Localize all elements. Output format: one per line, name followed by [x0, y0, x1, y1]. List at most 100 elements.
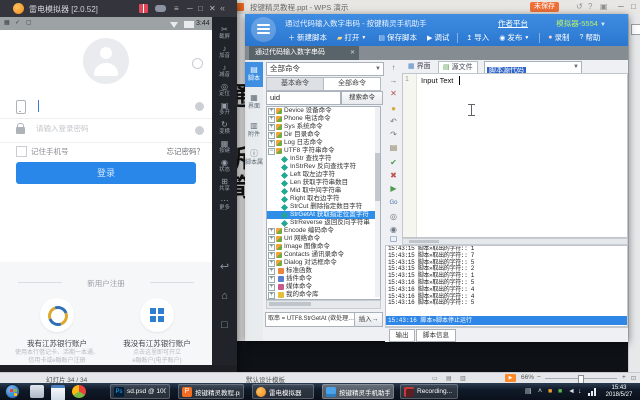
- tab-script-info[interactable]: 脚本信息: [416, 329, 456, 342]
- insert-command-button[interactable]: 插入→: [354, 312, 383, 327]
- log-line-selected[interactable]: 15:43:16 脚本»脚本停止运行: [386, 316, 628, 325]
- ide-titlebar[interactable]: 通过代码输入数字串码 - 按键精灵手机助手 作者平台 模拟器-5554 ▼ ＋新…: [245, 14, 628, 46]
- tree-group[interactable]: +Contacts 通讯录命令: [267, 251, 380, 259]
- taskbar-photoshop[interactable]: Ps sd.psd @ 100%...: [110, 384, 170, 399]
- tree-group[interactable]: +Dialog 对话框命令: [267, 259, 380, 267]
- tree-group[interactable]: +Phone 电话命令: [267, 115, 380, 123]
- password-input[interactable]: 请输入登录密码: [0, 118, 212, 143]
- sidebar-keymap[interactable]: ▦按键: [212, 139, 237, 155]
- sidebar-screenshot[interactable]: ✂截屏: [212, 25, 237, 41]
- syntax-check-icon[interactable]: ✔: [385, 156, 402, 169]
- expand-icon[interactable]: +: [268, 268, 275, 275]
- undo-icon[interactable]: ↶: [385, 115, 402, 128]
- menu-icon[interactable]: ≡: [174, 3, 179, 14]
- record-button[interactable]: ●录制: [543, 31, 574, 45]
- stop-icon[interactable]: ✖: [385, 169, 402, 182]
- tree-group-plugins[interactable]: +插件命令: [267, 275, 380, 283]
- device-selector[interactable]: 模拟器-5554 ▼: [556, 18, 606, 29]
- tree-group[interactable]: +Device 设备命令: [267, 107, 380, 115]
- new-script-button[interactable]: ＋新建脚本: [283, 31, 332, 45]
- tree-command[interactable]: Right 取右边字符: [267, 195, 380, 203]
- login-button[interactable]: 登录: [16, 162, 196, 184]
- account-dropdown-icon[interactable]: [192, 58, 203, 69]
- command-category-dropdown[interactable]: 全部命令▼: [266, 62, 384, 76]
- expand-icon[interactable]: +: [268, 132, 275, 139]
- tree-group[interactable]: +Log 日志命令: [267, 139, 380, 147]
- emulator-titlebar[interactable]: 雷电模拟器 [2.0.52] ≡ ─ □ ✕: [0, 0, 237, 17]
- tree-group-expanded[interactable]: −UTF8 字符串命令: [267, 147, 380, 155]
- gift-icon[interactable]: [139, 4, 148, 13]
- tree-command[interactable]: InStr 查找字符: [267, 155, 380, 163]
- tree-command[interactable]: Len 获取字符串数目: [267, 179, 380, 187]
- command-search-input[interactable]: uid: [266, 91, 341, 105]
- wps-pane-icon[interactable]: [631, 24, 640, 35]
- import-button[interactable]: ↥导入: [461, 31, 494, 45]
- editor-hscrollbar[interactable]: [402, 238, 628, 245]
- expand-icon[interactable]: +: [268, 292, 275, 299]
- expand-icon[interactable]: +: [268, 260, 275, 267]
- gamepad-icon[interactable]: [155, 5, 166, 12]
- wps-ribbon-icon[interactable]: ▣: [600, 2, 608, 12]
- reading-view-icon[interactable]: ▥: [460, 375, 466, 382]
- author-platform-link[interactable]: 作者平台: [498, 18, 528, 29]
- close-tab-icon[interactable]: ✕: [350, 46, 355, 60]
- printer-tray-icon[interactable]: ▤: [525, 388, 532, 396]
- nav-item-properties[interactable]: ⓘ脚本属性: [245, 146, 263, 171]
- clear-input-icon[interactable]: [195, 102, 204, 111]
- taskbar-assistant[interactable]: 按键精灵手机助手: [322, 384, 394, 399]
- wps-help-icon[interactable]: ?: [588, 2, 592, 12]
- tab-ui-designer[interactable]: ▦界面: [404, 61, 435, 73]
- move-right-icon[interactable]: →: [385, 74, 402, 87]
- start-button[interactable]: [5, 384, 20, 399]
- tree-command[interactable]: StrCut 删除指定数目字符: [267, 203, 380, 211]
- slide-sorter-icon[interactable]: ▤: [446, 375, 452, 382]
- sidebar-status[interactable]: ◉状态: [212, 158, 237, 174]
- forgot-password-link[interactable]: 忘记密码？: [167, 146, 205, 157]
- move-up-icon[interactable]: ↑: [385, 61, 402, 74]
- wps-sync-icon[interactable]: ↺: [576, 2, 583, 12]
- expand-icon[interactable]: +: [268, 140, 275, 147]
- script-tab[interactable]: 通过代码输入数字串码 ✕: [249, 46, 359, 60]
- tree-group[interactable]: +Image 图像命令: [267, 243, 380, 251]
- normal-view-icon[interactable]: ▭: [432, 375, 438, 382]
- collapse-icon[interactable]: −: [268, 148, 275, 155]
- expand-icon[interactable]: +: [268, 116, 275, 123]
- goto-icon[interactable]: Go: [385, 197, 402, 210]
- tree-command[interactable]: InStrRev 反向查找字符: [267, 163, 380, 171]
- monitor-icon[interactable]: ▢: [385, 232, 402, 245]
- nav-item-attachments[interactable]: ▥附件: [245, 118, 263, 143]
- sidebar-location[interactable]: ◎定位: [212, 82, 237, 98]
- sidebar-share[interactable]: ⊞共享: [212, 177, 237, 193]
- taskbar-ldplayer[interactable]: 雷电模拟器: [252, 384, 314, 399]
- have-account-title[interactable]: 我有江苏银行账户: [2, 338, 112, 349]
- tree-group[interactable]: +Sys 系统命令: [267, 123, 380, 131]
- tree-group-functions[interactable]: +标准函数: [267, 267, 380, 275]
- notepad-icon[interactable]: [51, 385, 65, 400]
- fit-slide-icon[interactable]: ⊡: [631, 375, 636, 382]
- output-log-panel[interactable]: 15:43:15 脚本»取出的字符:: 1 15:43:15 脚本»取出的字符:…: [385, 245, 628, 327]
- help-button[interactable]: ?帮助: [575, 31, 606, 45]
- debug-button[interactable]: ▶调试: [422, 31, 454, 45]
- wps-minimize-button[interactable]: ─: [618, 1, 624, 12]
- expand-icon[interactable]: +: [268, 236, 275, 243]
- run-icon[interactable]: ▶: [385, 182, 402, 195]
- tree-group[interactable]: +Url 网络命令: [267, 235, 380, 243]
- delete-icon[interactable]: ✕: [385, 87, 402, 100]
- command-search-button[interactable]: 搜索命令: [341, 91, 383, 105]
- tab-all-commands[interactable]: 全部命令: [323, 77, 381, 91]
- phone-input[interactable]: [0, 94, 212, 119]
- paste-icon[interactable]: ▤: [385, 141, 402, 154]
- expand-icon[interactable]: +: [268, 276, 275, 283]
- tree-group[interactable]: +Encode 编码命令: [267, 227, 380, 235]
- no-account-title[interactable]: 我没有江苏银行账户: [102, 338, 212, 349]
- tree-command[interactable]: Left 取左边字符: [267, 171, 380, 179]
- wps-unsaved-badge[interactable]: 未保存: [530, 2, 559, 12]
- android-home-button[interactable]: ⌂: [212, 290, 237, 302]
- tree-command[interactable]: StrReverse 返回反向字符串: [267, 219, 380, 227]
- clear-input-icon[interactable]: [195, 126, 204, 135]
- remember-checkbox[interactable]: [16, 146, 27, 157]
- collapse-sidebar-icon[interactable]: «: [220, 3, 225, 13]
- tree-hscrollbar[interactable]: [266, 300, 381, 309]
- main-menu-button[interactable]: [251, 17, 276, 42]
- open-button[interactable]: ▰打开▼: [332, 31, 373, 45]
